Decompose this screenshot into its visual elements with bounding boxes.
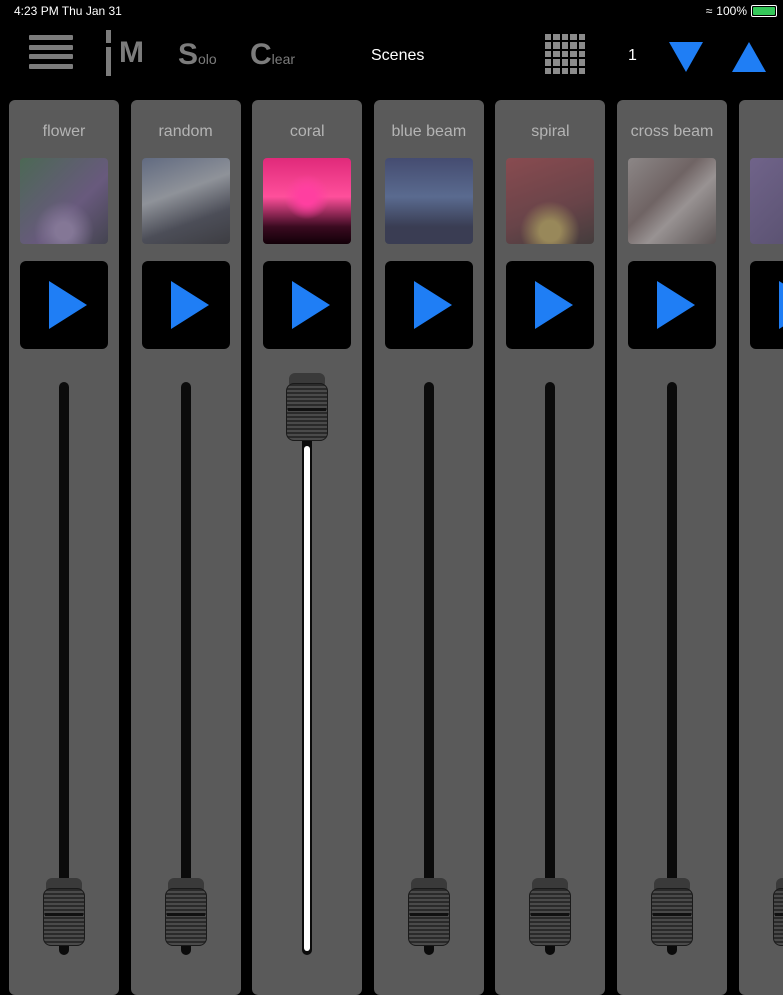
play-button[interactable]: [141, 261, 230, 349]
scene-thumbnail[interactable]: [506, 158, 595, 244]
status-time: 4:23 PM Thu Jan 31: [14, 4, 122, 18]
scene-thumbnail[interactable]: [141, 158, 230, 244]
play-button[interactable]: [263, 261, 352, 349]
battery-icon: [751, 5, 777, 17]
play-icon: [170, 281, 209, 329]
scene-thumbnail[interactable]: [628, 158, 716, 244]
play-button[interactable]: [628, 261, 716, 349]
master-label: M: [119, 36, 144, 69]
play-button[interactable]: [749, 261, 783, 349]
fader-knob[interactable]: [164, 878, 207, 956]
fader-knob[interactable]: [772, 878, 783, 956]
fader-knob[interactable]: [529, 878, 572, 956]
fader-knob[interactable]: [43, 878, 85, 956]
page-up-arrow-icon[interactable]: [732, 42, 766, 72]
channel-name[interactable]: cross beam: [617, 123, 727, 141]
scene-thumbnail[interactable]: [20, 158, 108, 244]
fader-knob[interactable]: [651, 878, 693, 956]
play-button[interactable]: [384, 261, 473, 349]
fader-track[interactable]: [180, 382, 191, 955]
channel-strip: spiral: [495, 100, 606, 995]
clear-button[interactable]: Clear: [250, 38, 295, 72]
channel-name[interactable]: blue beam: [374, 123, 484, 141]
page-down-arrow-icon[interactable]: [669, 42, 703, 72]
channel-strip: cross beam: [617, 100, 727, 995]
channel-name[interactable]: coral: [252, 123, 362, 141]
fader-track[interactable]: [59, 382, 69, 955]
channel-strip: blue beam: [373, 100, 484, 995]
play-icon: [413, 281, 452, 329]
status-bar: 4:23 PM Thu Jan 31 ≈ 100%: [0, 0, 783, 22]
battery-percent: 100%: [716, 4, 747, 18]
channel-strip: flower: [9, 100, 119, 995]
channel-strip-area: flower random coral blue beam spiral cross be…: [0, 100, 783, 995]
fader-knob[interactable]: [407, 878, 450, 956]
channel-strip: random: [130, 100, 241, 995]
fader-track[interactable]: [423, 382, 434, 955]
solo-initial: S: [178, 38, 199, 71]
play-icon: [657, 281, 695, 329]
master-button[interactable]: M: [104, 30, 152, 76]
play-button[interactable]: [20, 261, 108, 349]
status-right: ≈ 100%: [706, 4, 777, 18]
channel-strip: v: [738, 100, 783, 995]
clear-rest: lear: [271, 51, 296, 67]
fader-knob[interactable]: [286, 373, 329, 451]
grid-icon[interactable]: [545, 34, 585, 74]
channel-name[interactable]: flower: [9, 123, 119, 141]
clear-initial: C: [250, 38, 272, 71]
scene-thumbnail[interactable]: [384, 158, 473, 244]
play-icon: [49, 281, 87, 329]
menu-icon[interactable]: [29, 35, 73, 69]
play-button[interactable]: [506, 261, 595, 349]
scenes-title[interactable]: Scenes: [371, 47, 424, 65]
fader-track[interactable]: [667, 382, 677, 955]
play-icon: [292, 281, 331, 329]
play-icon: [535, 281, 574, 329]
fader-track[interactable]: [545, 382, 556, 955]
toolbar: M Solo Clear Scenes 1: [0, 22, 783, 92]
channel-strip: coral: [252, 100, 363, 995]
channel-name[interactable]: spiral: [495, 123, 605, 141]
scene-thumbnail[interactable]: [263, 158, 352, 244]
channel-name[interactable]: v: [739, 123, 783, 141]
solo-rest: olo: [198, 51, 217, 67]
page-number: 1: [628, 47, 637, 64]
channel-name[interactable]: random: [131, 123, 241, 141]
scene-thumbnail[interactable]: [749, 158, 783, 244]
fader-track[interactable]: [302, 382, 313, 955]
play-icon: [778, 281, 783, 329]
fader-fill: [304, 446, 311, 951]
solo-button[interactable]: Solo: [178, 38, 217, 72]
wifi-icon: ≈: [705, 4, 713, 18]
